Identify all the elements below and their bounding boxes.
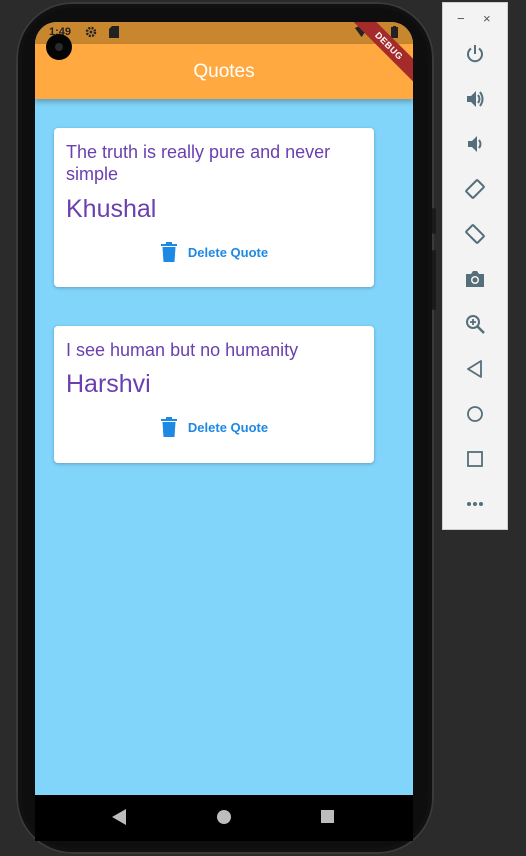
- back-icon[interactable]: [112, 809, 126, 830]
- emulator-window: 1:49 Quotes DEBUG The truth is really pu…: [0, 0, 526, 856]
- minimize-button[interactable]: −: [457, 11, 465, 26]
- phone-volume-button: [432, 250, 436, 310]
- home-icon[interactable]: [462, 401, 488, 427]
- quote-author: Harshvi: [66, 370, 151, 398]
- quote-card: The truth is really pure and never simpl…: [54, 128, 374, 287]
- delete-quote-button[interactable]: Delete Quote: [54, 417, 374, 437]
- rotate-left-icon[interactable]: [462, 176, 488, 202]
- back-icon[interactable]: [462, 356, 488, 382]
- zoom-icon[interactable]: [462, 311, 488, 337]
- phone-screen: 1:49 Quotes DEBUG The truth is really pu…: [35, 22, 413, 795]
- app-title: Quotes: [193, 61, 255, 82]
- volume-down-icon[interactable]: [462, 131, 488, 157]
- more-icon[interactable]: [462, 491, 488, 517]
- quote-text: The truth is really pure and never simpl…: [66, 142, 331, 184]
- delete-quote-label: Delete Quote: [187, 244, 269, 260]
- close-button[interactable]: ×: [483, 11, 491, 26]
- trash-icon: [160, 417, 178, 437]
- quote-text: I see human but no humanity: [66, 340, 299, 360]
- overview-icon[interactable]: [462, 446, 488, 472]
- home-icon[interactable]: [217, 810, 231, 829]
- app-bar: Quotes: [35, 44, 413, 99]
- delete-quote-label: Delete Quote: [187, 419, 269, 435]
- quote-card: I see human but no humanity Harshvi Dele…: [54, 326, 374, 463]
- trash-icon: [160, 242, 178, 262]
- rotate-right-icon[interactable]: [462, 221, 488, 247]
- camera-icon[interactable]: [462, 266, 488, 292]
- gear-icon: [85, 26, 97, 41]
- sd-card-icon: [109, 26, 119, 41]
- front-camera: [46, 34, 72, 60]
- quote-author: Khushal: [66, 195, 157, 223]
- delete-quote-button[interactable]: Delete Quote: [54, 242, 374, 262]
- recents-icon[interactable]: [321, 810, 334, 828]
- power-icon[interactable]: [462, 41, 488, 67]
- navigation-bar: [35, 795, 413, 841]
- volume-up-icon[interactable]: [462, 86, 488, 112]
- phone-side-button: [432, 208, 436, 234]
- emulator-toolbar: − ×: [442, 2, 508, 530]
